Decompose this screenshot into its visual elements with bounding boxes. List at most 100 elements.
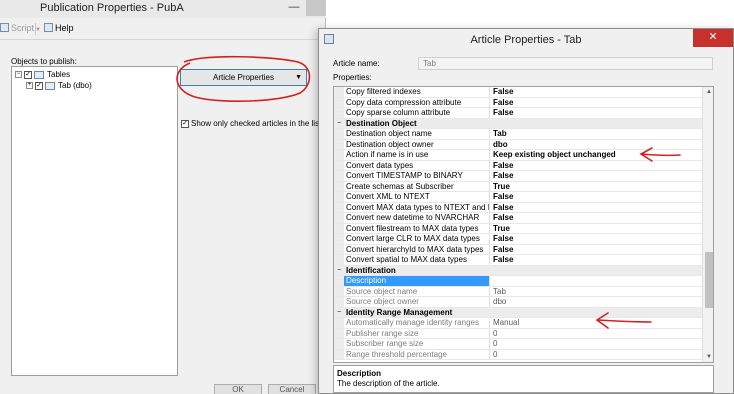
- pub-window-title: Publication Properties - PubA: [40, 2, 184, 14]
- scroll-down-icon[interactable]: ▼: [703, 352, 713, 362]
- property-row[interactable]: Copy sparse column attribute False: [334, 108, 702, 119]
- collapse-toggle-icon[interactable]: −: [334, 265, 344, 275]
- property-name: Description: [344, 276, 490, 286]
- article-properties-button[interactable]: Article Properties ▼: [180, 69, 307, 86]
- property-name: Create schemas at Subscriber: [344, 181, 490, 191]
- property-value[interactable]: Keep existing object unchanged: [491, 150, 702, 160]
- collapse-toggle-icon[interactable]: −: [334, 307, 344, 317]
- property-row[interactable]: Range threshold percentage 0: [334, 349, 702, 360]
- description-text: The description of the article.: [337, 379, 440, 388]
- collapse-toggle-icon[interactable]: −: [334, 118, 344, 128]
- pub-titlebar: Publication Properties - PubA —: [0, 0, 326, 18]
- property-row[interactable]: Source object owner dbo: [334, 297, 702, 308]
- property-row[interactable]: Convert MAX data types to NTEXT and IMAG…: [334, 202, 702, 213]
- property-row[interactable]: Convert data types False: [334, 160, 702, 171]
- property-value[interactable]: 0: [491, 350, 702, 360]
- properties-label: Properties:: [333, 73, 372, 82]
- property-value[interactable]: False: [491, 87, 702, 97]
- tables-checkbox[interactable]: ✓: [24, 70, 32, 79]
- property-row[interactable]: Publisher range size 0: [334, 328, 702, 339]
- property-name: Range threshold percentage: [344, 349, 490, 359]
- minimize-button[interactable]: —: [285, 1, 303, 15]
- property-row[interactable]: Action if name is in use Keep existing ob…: [334, 150, 702, 161]
- row-margin: [334, 129, 344, 139]
- row-margin: [334, 244, 344, 254]
- show-only-checked-checkbox[interactable]: ✓: [181, 119, 189, 128]
- property-value[interactable]: dbo: [491, 140, 702, 150]
- pub-toolbar: Script▼ Help: [0, 18, 326, 40]
- property-value[interactable]: False: [491, 245, 702, 255]
- property-row[interactable]: Automatically manage identity ranges Manu…: [334, 318, 702, 329]
- tab-checkbox[interactable]: ✓: [35, 81, 43, 90]
- property-name: Convert data types: [344, 160, 490, 170]
- property-category-row[interactable]: − Destination Object: [334, 118, 702, 129]
- property-value[interactable]: False: [491, 255, 702, 265]
- property-name: Convert new datetime to NVARCHAR: [344, 213, 490, 223]
- property-value[interactable]: False: [491, 161, 702, 171]
- property-value[interactable]: True: [491, 224, 702, 234]
- property-value[interactable]: [491, 276, 702, 286]
- property-row[interactable]: Description: [334, 276, 702, 287]
- property-value[interactable]: dbo: [491, 297, 702, 307]
- property-value[interactable]: False: [491, 108, 702, 118]
- art-window-title: Article Properties - Tab: [470, 34, 582, 46]
- maximize-button[interactable]: [306, 0, 326, 16]
- property-row[interactable]: Convert hierarchyId to MAX data types Fal…: [334, 244, 702, 255]
- property-value[interactable]: False: [491, 234, 702, 244]
- property-row[interactable]: Copy filtered indexes False: [334, 87, 702, 98]
- property-value[interactable]: 0: [491, 339, 702, 349]
- scroll-up-icon[interactable]: ▲: [703, 87, 713, 98]
- property-row[interactable]: Convert TIMESTAMP to BINARY False: [334, 171, 702, 182]
- vertical-scrollbar[interactable]: ▲ ▼: [702, 87, 713, 362]
- scrollbar-thumb[interactable]: [705, 252, 713, 308]
- tree-node-tables[interactable]: − ✓ Tables: [15, 69, 70, 80]
- collapse-icon[interactable]: −: [15, 71, 22, 78]
- property-row[interactable]: Convert new datetime to NVARCHAR False: [334, 213, 702, 224]
- row-margin: [334, 276, 344, 286]
- property-value[interactable]: False: [491, 192, 702, 202]
- folder-tables-icon: [34, 70, 44, 79]
- toolbar-separator: [35, 23, 36, 35]
- description-panel: Description The description of the artic…: [333, 365, 714, 393]
- property-value[interactable]: 0: [491, 329, 702, 339]
- cancel-button[interactable]: Cancel: [268, 384, 316, 394]
- property-value[interactable]: True: [491, 182, 702, 192]
- property-row[interactable]: Convert large CLR to MAX data types False: [334, 234, 702, 245]
- tree-node-tab[interactable]: + ✓ Tab (dbo): [26, 80, 92, 91]
- property-grid-rows: Copy filtered indexes False Copy data comp…: [334, 87, 702, 360]
- help-button[interactable]: Help: [44, 23, 74, 33]
- article-properties-window: Article Properties - Tab ✕ Article name:…: [318, 28, 734, 394]
- property-name: Convert hierarchyId to MAX data types: [344, 244, 490, 254]
- property-value[interactable]: False: [491, 203, 702, 213]
- property-value[interactable]: Manual: [491, 318, 702, 328]
- expand-icon[interactable]: +: [26, 82, 33, 89]
- objects-tree[interactable]: − ✓ Tables + ✓ Tab (dbo): [11, 66, 178, 376]
- property-value[interactable]: False: [491, 213, 702, 223]
- property-category-row[interactable]: − Identity Range Management: [334, 307, 702, 318]
- property-grid[interactable]: Copy filtered indexes False Copy data comp…: [333, 86, 714, 363]
- property-row[interactable]: Destination object owner dbo: [334, 139, 702, 150]
- property-row[interactable]: Convert filestream to MAX data types True: [334, 223, 702, 234]
- help-icon: [44, 23, 53, 32]
- property-row[interactable]: Convert XML to NTEXT False: [334, 192, 702, 203]
- property-row[interactable]: Subscriber range size 0: [334, 339, 702, 350]
- property-category-row[interactable]: − Identification: [334, 265, 702, 276]
- row-margin: [334, 87, 344, 97]
- ok-button[interactable]: OK: [214, 384, 262, 394]
- show-only-checked-option[interactable]: ✓ Show only checked articles in the list: [181, 119, 321, 128]
- property-value[interactable]: False: [491, 98, 702, 108]
- property-row[interactable]: Create schemas at Subscriber True: [334, 181, 702, 192]
- property-value[interactable]: False: [491, 171, 702, 181]
- row-margin: [334, 297, 344, 307]
- close-button[interactable]: ✕: [693, 29, 733, 47]
- property-name: Convert filestream to MAX data types: [344, 223, 490, 233]
- property-row[interactable]: Convert spatial to MAX data types False: [334, 255, 702, 266]
- article-name-label: Article name:: [333, 59, 380, 68]
- property-value[interactable]: Tab: [491, 287, 702, 297]
- property-row[interactable]: Destination object name Tab: [334, 129, 702, 140]
- row-margin: [334, 223, 344, 233]
- property-row[interactable]: Copy data compression attribute False: [334, 97, 702, 108]
- property-row[interactable]: Source object name Tab: [334, 286, 702, 297]
- property-value[interactable]: Tab: [491, 129, 702, 139]
- row-margin: [334, 171, 344, 181]
